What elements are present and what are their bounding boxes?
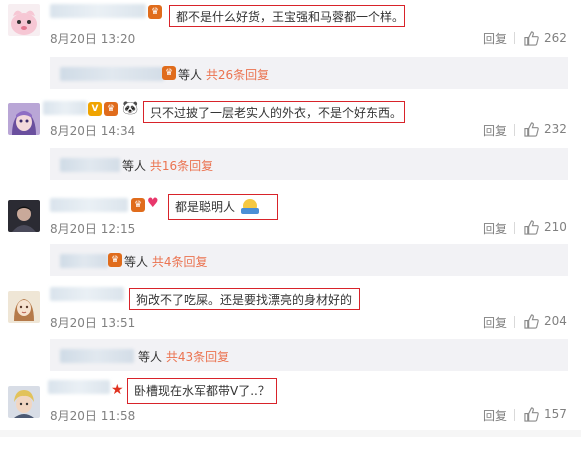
divider <box>514 32 515 44</box>
list-bottom-edge <box>0 430 581 437</box>
thumbs-up-icon <box>524 219 539 235</box>
reply-button[interactable]: 回复 <box>483 30 507 47</box>
comment-item: ♛ 都不是什么好货，王宝强和马蓉都一个样。 8月20日 13:20 回复 262… <box>0 0 581 92</box>
sub-reply-summary: 等人 共16条回复 <box>122 157 213 174</box>
like-count: 157 <box>544 407 567 421</box>
blonde-man-avatar-icon[interactable] <box>8 386 40 418</box>
reply-button[interactable]: 回复 <box>483 314 507 331</box>
crown-badge-icon: ♛ <box>104 102 118 116</box>
sub-reply-link[interactable]: 共43条回复 <box>166 350 229 364</box>
like-button[interactable]: 204 <box>524 313 567 329</box>
sub-reply-summary: 等人 共4条回复 <box>124 253 207 270</box>
comment-text-value: 都是聪明人 <box>175 200 236 214</box>
anime-girl-avatar-icon[interactable] <box>8 103 40 135</box>
thumbs-up-icon <box>524 121 539 137</box>
comment-item: ♛ ♥ 都是聪明人 8月20日 12:15 回复 210 ♛ 等人 共4条回复 <box>0 188 581 280</box>
comment-time: 8月20日 14:34 <box>50 124 136 138</box>
comment-text: 只不过披了一层老实人的外衣，不是个好东西。 <box>143 101 405 123</box>
sub-reply-prefix: 等人 <box>124 255 149 269</box>
sub-reply-users-blurred <box>60 158 120 172</box>
like-button[interactable]: 232 <box>524 121 567 137</box>
star-badge-icon: ★ <box>111 382 124 398</box>
sub-reply-summary: 等人 共43条回复 <box>138 348 229 365</box>
reply-button[interactable]: 回复 <box>483 220 507 237</box>
like-count: 204 <box>544 314 567 328</box>
sub-reply-users-blurred <box>60 254 108 268</box>
like-count: 262 <box>544 31 567 45</box>
comment-time: 8月20日 13:20 <box>50 32 136 46</box>
thumbs-up-icon <box>524 406 539 422</box>
heart-badge-icon: ♥ <box>147 196 159 211</box>
sub-reply-link[interactable]: 共4条回复 <box>152 255 208 269</box>
sub-reply-prefix: 等人 <box>178 68 203 82</box>
comment-text: 狗改不了吃屎。还是要找漂亮的身材好的 <box>129 288 360 310</box>
divider <box>514 409 515 421</box>
like-count: 210 <box>544 220 567 234</box>
sketch-girl-avatar-icon[interactable] <box>8 291 40 323</box>
crown-badge-icon: ♛ <box>148 5 162 19</box>
crown-badge-icon: ♛ <box>162 66 176 80</box>
comment-time: 8月20日 13:51 <box>50 316 136 330</box>
username-blurred[interactable] <box>50 287 124 301</box>
like-button[interactable]: 157 <box>524 406 567 422</box>
username-blurred[interactable] <box>43 101 87 115</box>
divider <box>514 124 515 136</box>
crown-badge-icon: ♛ <box>131 198 145 212</box>
thumbs-up-icon <box>524 313 539 329</box>
dark-portrait-avatar-icon[interactable] <box>8 200 40 232</box>
pink-character-avatar-icon[interactable] <box>8 4 40 36</box>
comment-time: 8月20日 11:58 <box>50 409 136 423</box>
comment-time: 8月20日 12:15 <box>50 222 136 236</box>
comment-item: V ♛ 🐼 只不过披了一层老实人的外衣，不是个好东西。 8月20日 14:34 … <box>0 95 581 187</box>
shrug-emoji-icon <box>240 199 259 214</box>
divider <box>514 222 515 234</box>
comment-item: ★ 卧槽现在水军都带V了..？ 8月20日 11:58 回复 157 <box>0 374 581 466</box>
sub-reply-box: 等人 共16条回复 <box>50 148 568 180</box>
sub-reply-users-blurred <box>60 349 134 363</box>
sub-reply-summary: 等人 共26条回复 <box>178 66 269 83</box>
divider <box>514 316 515 328</box>
like-button[interactable]: 210 <box>524 219 567 235</box>
username-blurred[interactable] <box>50 198 128 212</box>
username-blurred[interactable] <box>48 380 110 394</box>
sub-reply-link[interactable]: 共16条回复 <box>150 159 213 173</box>
crown-badge-icon: ♛ <box>108 253 122 267</box>
reply-button[interactable]: 回复 <box>483 122 507 139</box>
comment-item: 狗改不了吃屎。还是要找漂亮的身材好的 8月20日 13:51 回复 204 等人… <box>0 281 581 373</box>
sub-reply-users-blurred <box>60 67 164 81</box>
sub-reply-box: ♛ 等人 共26条回复 <box>50 57 568 89</box>
like-count: 232 <box>544 122 567 136</box>
sub-reply-box: 等人 共43条回复 <box>50 339 568 371</box>
sub-reply-box: ♛ 等人 共4条回复 <box>50 244 568 276</box>
panda-icon: 🐼 <box>122 101 139 116</box>
reply-button[interactable]: 回复 <box>483 407 507 424</box>
thumbs-up-icon <box>524 30 539 46</box>
sub-reply-prefix: 等人 <box>138 350 163 364</box>
like-button[interactable]: 262 <box>524 30 567 46</box>
v-badge-icon: V <box>88 102 102 116</box>
comment-text: 卧槽现在水军都带V了..？ <box>127 378 277 404</box>
username-blurred[interactable] <box>50 4 146 18</box>
comment-text: 都是聪明人 <box>168 194 278 220</box>
sub-reply-link[interactable]: 共26条回复 <box>206 68 269 82</box>
comment-text: 都不是什么好货，王宝强和马蓉都一个样。 <box>169 5 405 27</box>
sub-reply-prefix: 等人 <box>122 159 147 173</box>
